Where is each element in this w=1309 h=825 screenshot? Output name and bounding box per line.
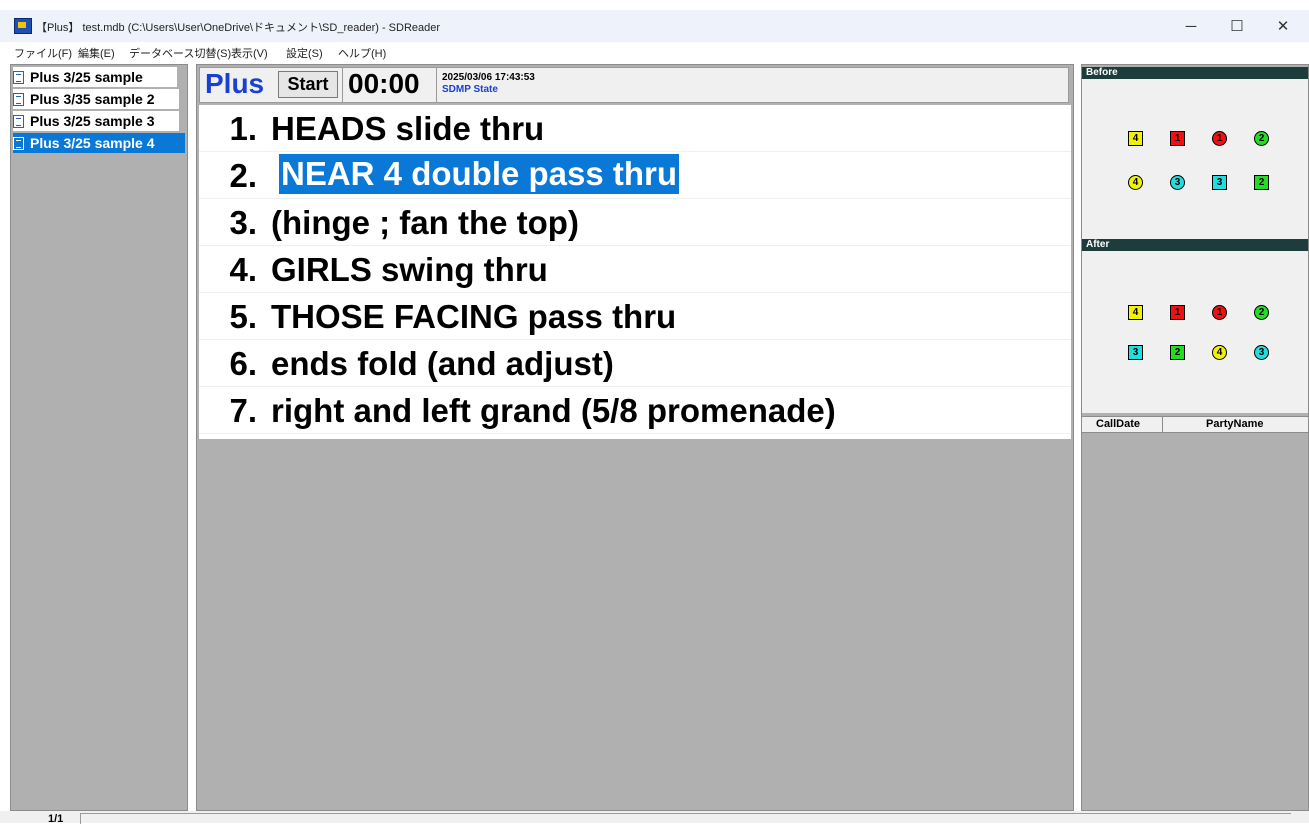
col-calldate[interactable]: CallDate bbox=[1096, 418, 1140, 430]
menu-file[interactable]: ファイル(F) bbox=[14, 45, 72, 61]
call-number: 4. bbox=[229, 251, 257, 288]
status-field bbox=[80, 813, 1291, 824]
after-title: After bbox=[1082, 239, 1308, 251]
call-text: (hinge ; fan the top) bbox=[271, 204, 579, 241]
after-formation: 4 1 1 2 3 2 4 3 bbox=[1082, 251, 1308, 413]
call-row[interactable]: 6. ends fold (and adjust) bbox=[199, 340, 1071, 387]
call-number: 3. bbox=[229, 204, 257, 241]
app-icon[interactable] bbox=[14, 18, 32, 34]
call-row[interactable]: 7. right and left grand (5/8 promenade) bbox=[199, 387, 1071, 434]
sequence-list: Plus 3/25 sample Plus 3/35 sample 2 Plus… bbox=[10, 64, 188, 811]
timer: 00:00 bbox=[348, 68, 420, 99]
level-label: Plus bbox=[205, 68, 265, 99]
sequence-label: Plus 3/25 sample 3 bbox=[30, 113, 155, 129]
sequence-label: Plus 3/25 sample bbox=[30, 69, 143, 85]
window-title: 【Plus】 test.mdb (C:\Users\User\OneDrive\… bbox=[36, 22, 441, 34]
call-text: NEAR 4 double pass thru bbox=[279, 154, 680, 194]
divider bbox=[342, 68, 343, 102]
sequence-item-selected[interactable]: Plus 3/25 sample 4 bbox=[13, 133, 185, 153]
dancer-couple-2: 2 bbox=[1254, 305, 1269, 320]
status-bar: 1/1 bbox=[0, 811, 1309, 825]
call-panel: Plus Start 00:00 2025/03/06 17:43:53 SDM… bbox=[196, 64, 1074, 811]
call-row[interactable]: 5. THOSE FACING pass thru bbox=[199, 293, 1071, 340]
sequence-label: Plus 3/25 sample 4 bbox=[30, 135, 155, 151]
sequence-item[interactable]: Plus 3/25 sample 3 bbox=[13, 111, 179, 131]
menu-help[interactable]: ヘルプ(H) bbox=[338, 45, 386, 61]
call-number: 6. bbox=[229, 345, 257, 382]
history-grid-header: CallDate PartyName bbox=[1082, 416, 1308, 433]
call-number: 5. bbox=[229, 298, 257, 335]
call-header: Plus Start 00:00 2025/03/06 17:43:53 SDM… bbox=[199, 67, 1069, 103]
call-number: 7. bbox=[229, 392, 257, 429]
call-text: GIRLS swing thru bbox=[271, 251, 548, 288]
page-indicator: 1/1 bbox=[48, 813, 64, 825]
call-row[interactable]: 4. GIRLS swing thru bbox=[199, 246, 1071, 293]
dancer-couple-1: 1 bbox=[1170, 305, 1185, 320]
menu-settings[interactable]: 設定(S) bbox=[286, 45, 323, 61]
sdmp-state: SDMP State bbox=[442, 84, 498, 95]
dancer-couple-3: 3 bbox=[1170, 175, 1185, 190]
call-row-selected[interactable]: 2. NEAR 4 double pass thru bbox=[199, 152, 1071, 199]
document-icon bbox=[13, 92, 24, 106]
divider bbox=[436, 68, 437, 102]
call-row[interactable]: 1. HEADS slide thru bbox=[199, 105, 1071, 152]
menu-bar: ファイル(F) 編集(E) データベース切替(S) 表示(V) 設定(S) ヘル… bbox=[0, 42, 1309, 61]
sequence-item[interactable]: Plus 3/35 sample 2 bbox=[13, 89, 179, 109]
call-row[interactable]: 3. (hinge ; fan the top) bbox=[199, 199, 1071, 246]
call-number: 2. bbox=[229, 157, 257, 194]
close-button[interactable]: ✕ bbox=[1260, 10, 1306, 42]
menu-edit[interactable]: 編集(E) bbox=[78, 45, 115, 61]
dancer-couple-2: 2 bbox=[1170, 345, 1185, 360]
document-icon bbox=[13, 136, 24, 150]
call-number: 1. bbox=[229, 110, 257, 147]
dancer-couple-3: 3 bbox=[1212, 175, 1227, 190]
call-text: right and left grand (5/8 promenade) bbox=[271, 392, 836, 429]
start-button[interactable]: Start bbox=[278, 71, 338, 98]
minimize-button[interactable]: ─ bbox=[1168, 10, 1214, 42]
maximize-button[interactable]: ☐ bbox=[1214, 10, 1260, 42]
dancer-couple-3: 3 bbox=[1254, 345, 1269, 360]
call-text: HEADS slide thru bbox=[271, 110, 545, 147]
before-formation: 4 1 1 2 4 3 3 2 bbox=[1082, 79, 1308, 239]
call-text: THOSE FACING pass thru bbox=[271, 298, 677, 335]
dancer-couple-1: 1 bbox=[1170, 131, 1185, 146]
dancer-couple-2: 2 bbox=[1254, 131, 1269, 146]
col-partyname[interactable]: PartyName bbox=[1206, 418, 1263, 430]
formation-panel: Before 4 1 1 2 4 3 3 2 After 4 1 1 2 3 2… bbox=[1081, 64, 1309, 811]
grid-divider bbox=[1162, 417, 1163, 432]
call-text: ends fold (and adjust) bbox=[271, 345, 614, 382]
document-icon bbox=[13, 70, 24, 84]
title-bar: 【Plus】 test.mdb (C:\Users\User\OneDrive\… bbox=[0, 10, 1309, 42]
sequence-item[interactable]: Plus 3/25 sample bbox=[13, 67, 177, 87]
document-icon bbox=[13, 114, 24, 128]
dancer-couple-3: 3 bbox=[1128, 345, 1143, 360]
sequence-label: Plus 3/35 sample 2 bbox=[30, 91, 155, 107]
dancer-couple-1: 1 bbox=[1212, 305, 1227, 320]
dancer-couple-2: 2 bbox=[1254, 175, 1269, 190]
menu-view[interactable]: 表示(V) bbox=[231, 45, 268, 61]
dancer-couple-1: 1 bbox=[1212, 131, 1227, 146]
before-title: Before bbox=[1082, 67, 1308, 79]
dancer-couple-4: 4 bbox=[1128, 175, 1143, 190]
dancer-couple-4: 4 bbox=[1212, 345, 1227, 360]
datetime: 2025/03/06 17:43:53 bbox=[442, 72, 535, 83]
dancer-couple-4: 4 bbox=[1128, 305, 1143, 320]
menu-database[interactable]: データベース切替(S) bbox=[129, 45, 231, 61]
call-list: 1. HEADS slide thru 2. NEAR 4 double pas… bbox=[199, 105, 1071, 439]
dancer-couple-4: 4 bbox=[1128, 131, 1143, 146]
